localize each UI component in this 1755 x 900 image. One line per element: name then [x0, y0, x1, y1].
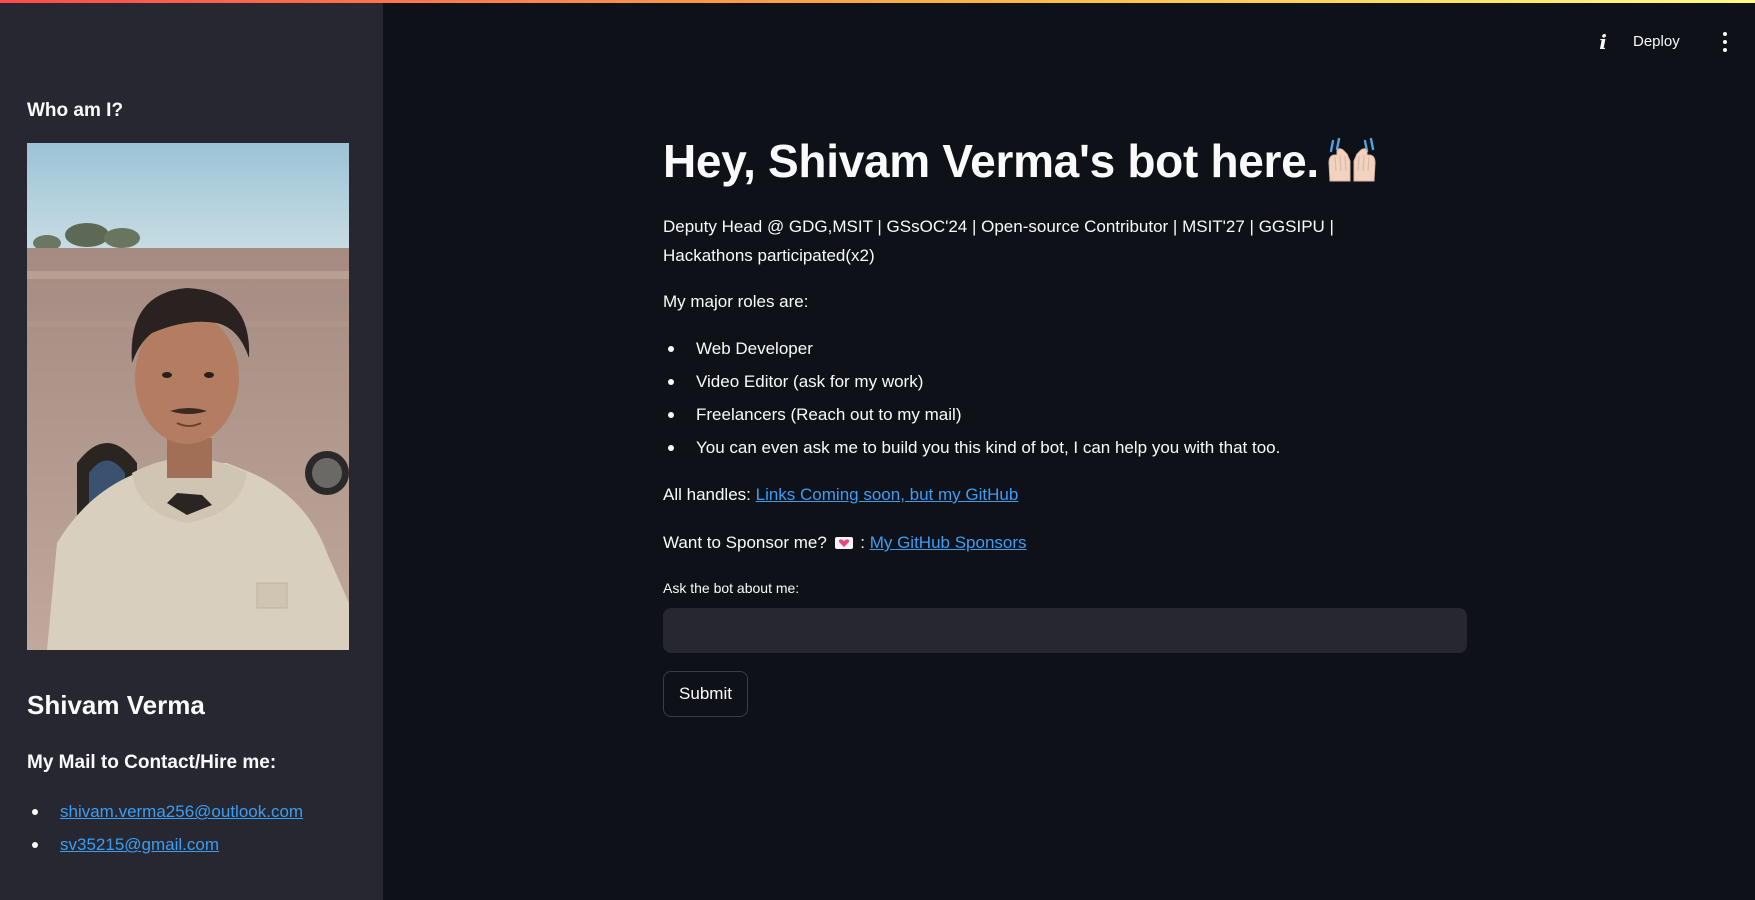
- sidebar: Who am I? Shivam Verma My Mail to Contac…: [0, 0, 383, 900]
- submit-button[interactable]: Submit: [663, 671, 748, 717]
- page-title-text: Hey, Shivam Verma's bot here.: [663, 135, 1319, 187]
- list-item: Video Editor (ask for my work): [663, 370, 1280, 403]
- top-decoration-bar: [0, 0, 1755, 3]
- deploy-button[interactable]: Deploy: [1627, 30, 1686, 54]
- profile-name: Shivam Verma: [27, 690, 205, 720]
- contact-heading: My Mail to Contact/Hire me:: [27, 752, 277, 773]
- header-actions: i Deploy: [1555, 22, 1755, 62]
- sidebar-heading: Who am I?: [27, 100, 124, 121]
- contact-email-list: shivam.verma256@outlook.com sv35215@gmai…: [27, 801, 303, 867]
- list-item: Freelancers (Reach out to my mail): [663, 403, 1280, 436]
- list-item: Web Developer: [663, 337, 1280, 370]
- intro-text: Deputy Head @ GDG,MSIT | GSsOC'24 | Open…: [663, 217, 1334, 265]
- sponsor-separator: :: [855, 533, 870, 552]
- handles-link[interactable]: Links Coming soon, but my GitHub: [756, 485, 1019, 504]
- ask-input[interactable]: [663, 608, 1467, 653]
- profile-photo: [27, 143, 349, 650]
- roles-intro: My major roles are:: [663, 292, 809, 311]
- sponsor-label: Want to Sponsor me?: [663, 533, 832, 552]
- heart-letter-icon: [834, 534, 854, 558]
- list-item: shivam.verma256@outlook.com: [27, 801, 303, 834]
- roles-list: Web Developer Video Editor (ask for my w…: [663, 337, 1280, 469]
- handles-label: All handles:: [663, 485, 756, 504]
- page-title: Hey, Shivam Verma's bot here.: [663, 134, 1379, 194]
- kebab-menu-icon[interactable]: [1715, 30, 1735, 54]
- list-item: sv35215@gmail.com: [27, 834, 303, 867]
- email-link-gmail[interactable]: sv35215@gmail.com: [60, 835, 219, 854]
- sponsor-link[interactable]: My GitHub Sponsors: [870, 533, 1027, 552]
- handles-row: All handles: Links Coming soon, but my G…: [663, 483, 1018, 507]
- ask-input-label: Ask the bot about me:: [663, 580, 800, 596]
- info-icon[interactable]: i: [1593, 31, 1613, 53]
- list-item: You can even ask me to build you this ki…: [663, 436, 1280, 469]
- raising-hands-icon: [1325, 137, 1379, 194]
- email-link-outlook[interactable]: shivam.verma256@outlook.com: [60, 802, 303, 821]
- sponsor-row: Want to Sponsor me? : My GitHub Sponsors: [663, 531, 1027, 558]
